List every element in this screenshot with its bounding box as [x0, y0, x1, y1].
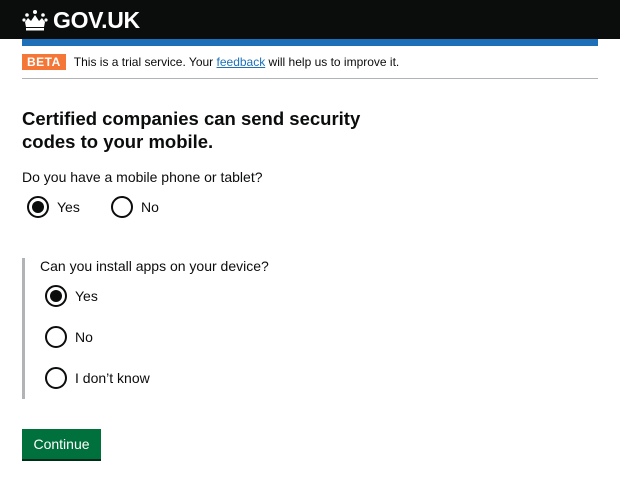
radio-apps-yes[interactable]: Yes: [45, 285, 98, 307]
crown-icon: [22, 10, 48, 31]
radio-apps-dont-know[interactable]: I don’t know: [45, 367, 150, 389]
radio-apps-dont-know-input[interactable]: [45, 367, 67, 389]
radio-apps-dont-know-label[interactable]: I don’t know: [75, 369, 150, 387]
site-header: GOV.UK: [0, 0, 620, 39]
radio-apps-no-label[interactable]: No: [75, 328, 93, 346]
phase-text-before: This is a trial service. Your: [73, 55, 217, 69]
feedback-link[interactable]: feedback: [217, 55, 266, 69]
radio-apps-no[interactable]: No: [45, 326, 93, 348]
radio-mobile-no-input[interactable]: [111, 196, 133, 218]
radio-mobile-no[interactable]: No: [111, 196, 159, 218]
page-heading: Certified companies can send security co…: [22, 108, 361, 152]
phase-banner: BETA This is a trial service. Your feedb…: [22, 54, 399, 70]
phase-banner-text: This is a trial service. Your feedback w…: [74, 55, 400, 69]
conditional-reveal-border: [22, 258, 25, 399]
phase-text-after: will help us to improve it.: [265, 55, 400, 69]
govuk-logo-link[interactable]: GOV.UK: [22, 7, 140, 33]
radio-mobile-yes-input[interactable]: [27, 196, 49, 218]
beta-tag: BETA: [22, 54, 66, 70]
continue-button[interactable]: Continue: [22, 429, 101, 459]
radio-apps-no-input[interactable]: [45, 326, 67, 348]
logo-text: GOV.UK: [53, 7, 140, 33]
radio-apps-yes-input[interactable]: [45, 285, 67, 307]
radio-apps-yes-label[interactable]: Yes: [75, 287, 98, 305]
radio-mobile-yes[interactable]: Yes: [27, 196, 80, 218]
header-accent-bar: [22, 39, 598, 46]
radio-mobile-no-label[interactable]: No: [141, 198, 159, 216]
phase-banner-divider: [22, 78, 598, 79]
question-mobile-label: Do you have a mobile phone or tablet?: [22, 169, 263, 185]
radio-mobile-yes-label[interactable]: Yes: [57, 198, 80, 216]
question-apps-label: Can you install apps on your device?: [40, 258, 269, 274]
